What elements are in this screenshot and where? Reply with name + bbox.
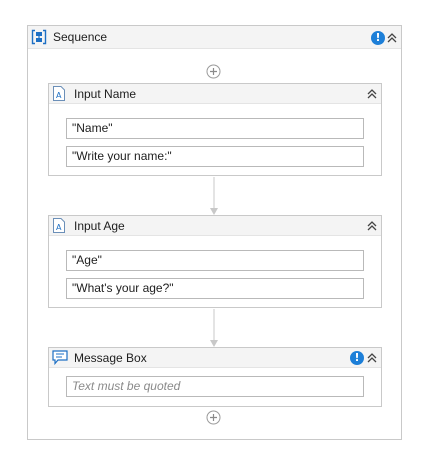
sequence-header[interactable]: Sequence !: [28, 26, 401, 49]
warning-icon[interactable]: !: [350, 351, 364, 365]
activity-header[interactable]: A Input Name: [49, 84, 381, 104]
label-field[interactable]: "Write your name:": [66, 146, 364, 167]
title-field[interactable]: "Age": [66, 250, 364, 271]
activity-message-box[interactable]: Message Box ! Text must be quoted: [48, 347, 382, 407]
activity-title: Input Age: [74, 219, 125, 233]
activity-header[interactable]: Message Box !: [49, 348, 381, 368]
sequence-warning-icon[interactable]: !: [371, 31, 385, 45]
text-field[interactable]: Text must be quoted: [66, 376, 364, 397]
title-field[interactable]: "Name": [66, 118, 364, 139]
connector-arrow-icon: [210, 309, 218, 347]
add-activity-bottom-icon[interactable]: [206, 410, 221, 425]
collapse-icon[interactable]: [366, 220, 378, 232]
input-dialog-icon: A: [53, 218, 65, 233]
activity-title: Message Box: [74, 351, 147, 365]
sequence-icon: [31, 29, 47, 45]
message-box-icon: [52, 350, 68, 365]
activity-input-name[interactable]: A Input Name "Name" "Write your name:": [48, 83, 382, 176]
svg-text:A: A: [56, 91, 62, 100]
activity-input-age[interactable]: A Input Age "Age" "What's your age?": [48, 215, 382, 308]
sequence-collapse-icon[interactable]: [386, 32, 398, 44]
add-activity-top-icon[interactable]: [206, 64, 221, 79]
collapse-icon[interactable]: [366, 88, 378, 100]
activity-header[interactable]: A Input Age: [49, 216, 381, 236]
svg-text:A: A: [56, 223, 62, 232]
connector-arrow-icon: [210, 177, 218, 215]
sequence-container[interactable]: Sequence ! A Input Name "Name" "Write yo…: [27, 25, 402, 440]
activity-title: Input Name: [74, 87, 137, 101]
input-dialog-icon: A: [53, 86, 65, 101]
label-field[interactable]: "What's your age?": [66, 278, 364, 299]
collapse-icon[interactable]: [366, 352, 378, 364]
sequence-title: Sequence: [53, 30, 108, 44]
